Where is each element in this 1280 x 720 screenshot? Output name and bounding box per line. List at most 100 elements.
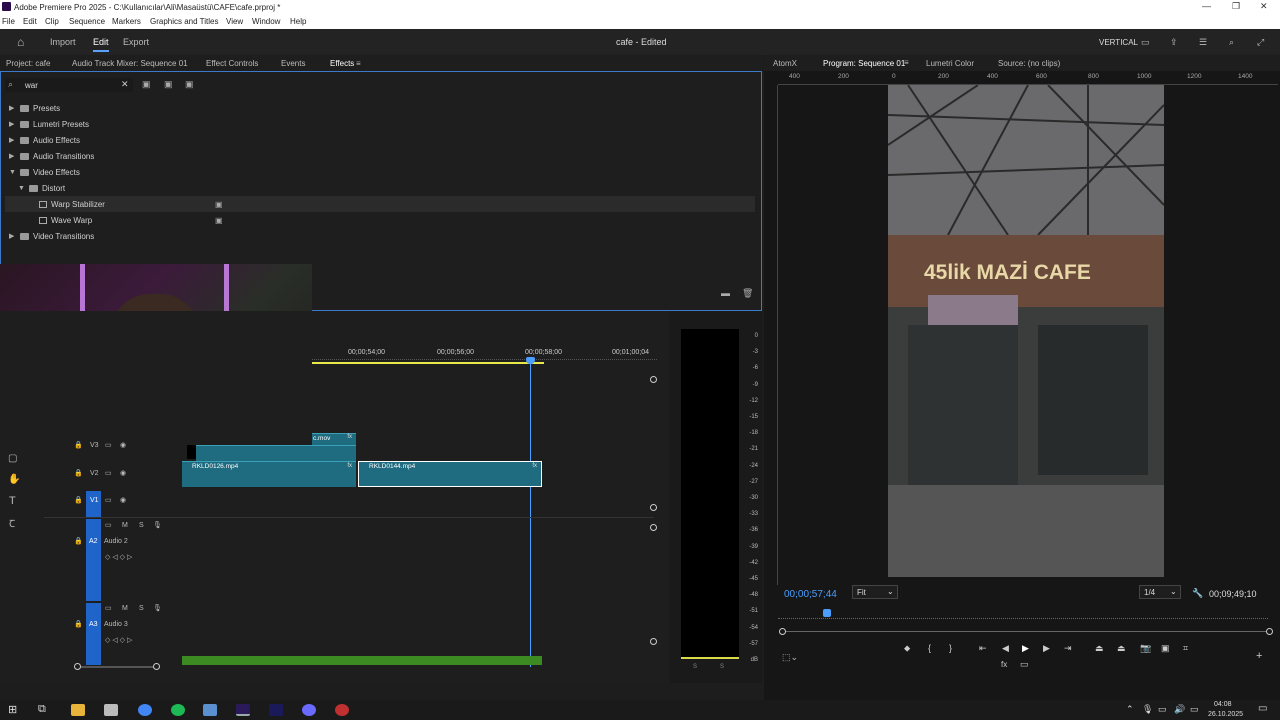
- menu-file[interactable]: File: [2, 17, 15, 26]
- lock-icon[interactable]: 🔒: [74, 441, 83, 449]
- lock-icon[interactable]: 🔒: [74, 496, 83, 504]
- notifications-icon[interactable]: ▭: [1258, 703, 1267, 714]
- track-target-a3[interactable]: [86, 603, 101, 665]
- mute-button[interactable]: M: [122, 605, 128, 612]
- settings-icon[interactable]: ⬚⌄: [782, 652, 798, 663]
- tab-events[interactable]: Events: [281, 59, 305, 68]
- accelerated-effects-icon[interactable]: ▣: [142, 79, 151, 90]
- play-icon[interactable]: ▶: [1022, 643, 1029, 654]
- battery-icon[interactable]: ▭: [1190, 704, 1199, 715]
- chrome-icon[interactable]: [138, 704, 152, 716]
- step-forward-icon[interactable]: ▶: [1043, 643, 1050, 654]
- safe-margins-icon[interactable]: ▭: [1020, 659, 1029, 670]
- workspace-menu-icon[interactable]: ☰: [1199, 37, 1207, 48]
- restore-icon[interactable]: ❐: [1232, 1, 1240, 12]
- clip-v3[interactable]: c.mov fx: [312, 433, 356, 445]
- tree-item-audio-effects[interactable]: ▶ Audio Effects: [9, 132, 80, 148]
- panel-menu-icon[interactable]: ≡: [904, 58, 909, 67]
- sync-lock-icon[interactable]: ▭: [105, 496, 112, 504]
- menu-window[interactable]: Window: [252, 17, 280, 26]
- search-icon[interactable]: ⌕: [1229, 37, 1234, 48]
- tab-source[interactable]: Source: (no clips): [998, 59, 1060, 68]
- scroll-handle[interactable]: [650, 504, 657, 511]
- nav-import[interactable]: Import: [50, 37, 76, 47]
- wrench-icon[interactable]: 🔧: [1192, 588, 1203, 599]
- compare-icon[interactable]: ▣: [1161, 643, 1170, 654]
- solo-button[interactable]: S: [139, 522, 144, 529]
- add-marker-icon[interactable]: ⬥: [904, 643, 910, 654]
- tree-item-video-effects[interactable]: ▼ Video Effects: [9, 164, 80, 180]
- add-button-icon[interactable]: +: [1256, 650, 1262, 662]
- lock-icon[interactable]: 🔒: [74, 620, 83, 628]
- tree-item-lumetri-presets[interactable]: ▶ Lumetri Presets: [9, 116, 89, 132]
- yuv-effects-icon[interactable]: ▣: [185, 79, 194, 90]
- sync-lock-icon[interactable]: ▭: [105, 521, 112, 529]
- extract-icon[interactable]: ⏏: [1117, 643, 1126, 654]
- menu-markers[interactable]: Markers: [112, 17, 141, 26]
- tree-item-presets[interactable]: ▶ Presets: [9, 100, 60, 116]
- clip-v3-long[interactable]: [196, 445, 356, 461]
- resolution-select[interactable]: 1/4 ⌄: [1139, 585, 1181, 599]
- clip-rkld0126[interactable]: RKLD0126.mp4 fx: [182, 461, 356, 487]
- track-target-a2[interactable]: [86, 519, 101, 601]
- clear-search-icon[interactable]: ✕: [121, 79, 129, 90]
- app-icon[interactable]: [203, 704, 217, 716]
- expand-arrow-icon[interactable]: ▶: [9, 232, 17, 240]
- type-tool-icon[interactable]: T: [9, 495, 16, 507]
- sync-lock-icon[interactable]: ▭: [105, 604, 112, 612]
- tree-item-video-transitions[interactable]: ▶ Video Transitions: [9, 228, 94, 244]
- go-to-in-icon[interactable]: ⇤: [979, 643, 987, 654]
- vr-icon[interactable]: ⌗: [1183, 643, 1188, 654]
- timecode-current[interactable]: 00;00;57;44: [784, 589, 837, 600]
- minimize-icon[interactable]: —: [1202, 1, 1211, 11]
- menu-clip[interactable]: Clip: [45, 17, 59, 26]
- tab-program[interactable]: Program: Sequence 01: [823, 59, 905, 68]
- home-icon[interactable]: ⌂: [17, 35, 24, 49]
- nav-export[interactable]: Export: [123, 37, 149, 47]
- text-tool-icon[interactable]: Ꞇ: [9, 516, 15, 530]
- tree-item-wave-warp[interactable]: Wave Warp ▣: [36, 212, 223, 228]
- lock-icon[interactable]: 🔒: [74, 537, 83, 545]
- mic-tray-icon[interactable]: 🎙: [1142, 704, 1153, 715]
- premiere-icon[interactable]: [236, 704, 250, 716]
- new-bin-icon[interactable]: ▬: [721, 288, 730, 298]
- mark-in-icon[interactable]: {: [928, 643, 931, 653]
- tab-audio-mixer[interactable]: Audio Track Mixer: Sequence 01: [72, 59, 188, 68]
- microphone-icon[interactable]: 🎙: [153, 604, 162, 612]
- zoom-bar[interactable]: [782, 631, 1272, 632]
- solo-right[interactable]: S: [720, 664, 724, 670]
- menu-sequence[interactable]: Sequence: [69, 17, 105, 26]
- menu-graphics[interactable]: Graphics and Titles: [150, 17, 218, 26]
- eye-icon[interactable]: ◉: [120, 441, 126, 449]
- share-icon[interactable]: ⇪: [1170, 37, 1178, 48]
- expand-arrow-icon[interactable]: ▶: [9, 104, 17, 112]
- fx-toggle-icon[interactable]: fx: [1001, 660, 1007, 669]
- discord-icon[interactable]: [302, 704, 316, 716]
- task-view-icon[interactable]: ⧉: [38, 703, 46, 716]
- zoom-handle-left[interactable]: [779, 628, 786, 635]
- close-icon[interactable]: ✕: [1260, 1, 1268, 12]
- menu-edit[interactable]: Edit: [23, 17, 37, 26]
- zoom-handle-right[interactable]: [153, 663, 160, 670]
- selection-tool-icon[interactable]: ▢: [8, 453, 17, 464]
- tab-atomx[interactable]: AtomX: [773, 59, 797, 68]
- zoom-handle-left[interactable]: [74, 663, 81, 670]
- zoom-scrollbar[interactable]: [78, 666, 160, 668]
- scroll-handle[interactable]: [650, 376, 657, 383]
- mini-ruler[interactable]: [778, 613, 1268, 619]
- windows-start-icon[interactable]: ⊞: [8, 703, 17, 716]
- go-to-out-icon[interactable]: ⇥: [1064, 643, 1072, 654]
- mute-button[interactable]: M: [122, 522, 128, 529]
- layout-icon[interactable]: ▭: [1141, 37, 1150, 48]
- playhead-line[interactable]: [530, 359, 531, 667]
- scroll-handle[interactable]: [650, 524, 657, 531]
- keyframe-icon[interactable]: ◇ ◁ ◇ ▷: [105, 636, 132, 644]
- tray-chevron-icon[interactable]: ⌃: [1126, 704, 1134, 715]
- panel-menu-icon[interactable]: ≡: [356, 59, 361, 68]
- collapse-arrow-icon[interactable]: ▼: [18, 185, 26, 192]
- tree-item-warp-stabilizer[interactable]: Warp Stabilizer ▣: [5, 196, 755, 212]
- step-back-icon[interactable]: ◀: [1002, 643, 1009, 654]
- zoom-handle-right[interactable]: [1266, 628, 1273, 635]
- export-frame-icon[interactable]: 📷: [1140, 643, 1151, 654]
- clock-time[interactable]: 04:08: [1214, 701, 1232, 708]
